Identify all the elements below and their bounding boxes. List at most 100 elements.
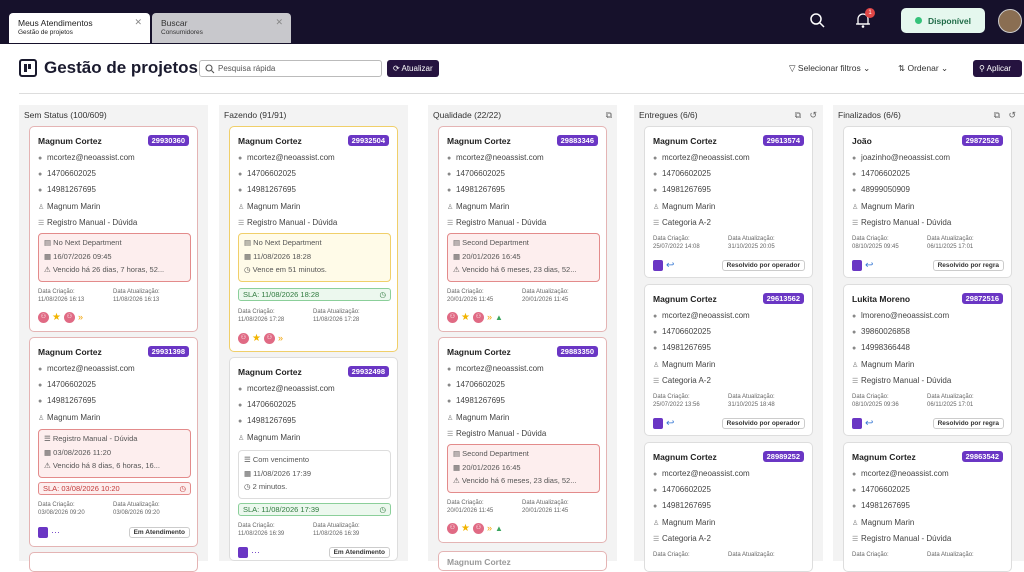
document-icon[interactable] — [38, 526, 48, 538]
created-label: Data Criação: — [38, 289, 75, 295]
user-group-icon[interactable]: ⚇ — [447, 311, 458, 323]
ticket-card[interactable]: Magnum Cortez 29932498 ● mcortez@neoassis… — [229, 357, 398, 561]
ticket-card[interactable]: Lukita Moreno 29872516 ● lmoreno@neoassis… — [843, 284, 1012, 436]
double-chevron-icon[interactable]: » — [78, 312, 83, 322]
apply-button[interactable]: ⚲ Aplicar — [973, 60, 1022, 77]
user-group-icon[interactable]: ⚇ — [472, 311, 484, 323]
open-external-icon[interactable]: ⧉ — [795, 110, 801, 121]
tab-meus-atendimentos[interactable]: Meus Atendimentos Gestão de projetos ✕ — [9, 13, 150, 43]
ticket-id-badge[interactable]: 29613574 — [762, 135, 804, 146]
card-footer: ⚇ ★ ⚇» — [38, 311, 83, 323]
status-badge: Em Atendimento — [328, 547, 390, 558]
ticket-id-badge[interactable]: 29872526 — [961, 135, 1003, 146]
ticket-id-badge[interactable]: 29932504 — [347, 135, 389, 146]
ticket-id-badge[interactable]: 29613562 — [762, 293, 804, 304]
ticket-id-badge[interactable]: 29930360 — [147, 135, 189, 146]
agent-row: ♙ Magnum Marin — [653, 202, 715, 211]
ticket-id-badge[interactable]: 29872516 — [961, 293, 1003, 304]
email-row: ● mcortez@neoassist.com — [38, 364, 135, 373]
updated: Data Atualização: 20/01/2026 11:45 — [522, 288, 569, 304]
document-icon[interactable] — [653, 417, 663, 429]
apply-label: Aplicar — [986, 64, 1012, 73]
star-icon[interactable]: ★ — [52, 312, 61, 323]
ticket-id-badge[interactable]: 29863542 — [961, 451, 1003, 462]
search-icon[interactable] — [809, 12, 825, 28]
open-external-icon[interactable]: ⧉ — [606, 110, 612, 121]
document-icon[interactable] — [238, 546, 248, 558]
user-group-icon[interactable]: ⚇ — [38, 311, 49, 323]
department-row: ▤ No Next Department — [244, 236, 385, 250]
reply-icon[interactable]: ↩ — [666, 418, 674, 429]
reply-icon[interactable]: ↩ — [865, 260, 873, 271]
thumbs-up-icon[interactable]: ▲ — [495, 524, 503, 533]
email: mcortez@neoassist.com — [662, 311, 750, 320]
phone-icon: ● — [447, 398, 452, 405]
history-icon[interactable]: ↺ — [809, 110, 817, 121]
close-icon[interactable]: ✕ — [275, 17, 283, 27]
avatar[interactable] — [998, 9, 1022, 33]
thumbs-up-icon[interactable]: ▲ — [495, 313, 503, 322]
user-group-icon[interactable]: ⚇ — [238, 332, 249, 344]
double-chevron-icon[interactable]: » — [487, 312, 492, 322]
star-icon[interactable]: ★ — [252, 333, 261, 344]
ticket-card[interactable]: Magnum Cortez 29930360 ● mcortez@neoassis… — [29, 126, 198, 332]
channel-row: ☰ Categoria A-2 — [653, 534, 711, 543]
ticket-card[interactable]: João 29872526 ● joazinho@neoassist.com ● 1… — [843, 126, 1012, 278]
star-icon[interactable]: ★ — [461, 312, 470, 323]
ticket-card[interactable]: Magnum Cortez 29863542 ● mcortez@neoassis… — [843, 442, 1012, 572]
document-icon[interactable] — [653, 259, 663, 271]
sla-text: SLA: 11/08/2026 18:28 — [243, 290, 320, 299]
double-chevron-icon[interactable]: » — [487, 523, 492, 533]
ticket-card[interactable] — [29, 552, 198, 572]
filter-button[interactable]: ▽ Selecionar filtros ⌄ — [789, 63, 870, 74]
reply-icon[interactable]: ↩ — [666, 260, 674, 271]
user-group-icon[interactable]: ⚇ — [263, 332, 275, 344]
filter-icon: ▽ — [789, 63, 798, 73]
user-group-icon[interactable]: ⚇ — [63, 311, 75, 323]
ticket-id-badge[interactable]: 29932498 — [347, 366, 389, 377]
phone-row: ● 14981267695 — [653, 343, 711, 352]
ticket-card[interactable]: Magnum Cortez 28989252 ● mcortez@neoassis… — [644, 442, 813, 572]
close-icon[interactable]: ✕ — [134, 17, 142, 27]
order-button[interactable]: ⇅ Ordenar ⌄ — [898, 63, 948, 74]
ticket-card[interactable]: Magnum Cortez 29613574 ● mcortez@neoassis… — [644, 126, 813, 278]
open-external-icon[interactable]: ⧉ — [994, 110, 1000, 121]
phone-icon: ● — [38, 187, 43, 194]
search-input[interactable]: Pesquisa rápida — [199, 60, 382, 77]
history-icon[interactable]: ↺ — [1008, 110, 1016, 121]
ticket-card[interactable]: Magnum Cortez 29932504 ● mcortez@neoassis… — [229, 126, 398, 352]
customer-name: Magnum Cortez — [852, 452, 916, 462]
ticket-id-badge[interactable]: 29883350 — [556, 346, 598, 357]
more-icon[interactable]: ··· — [51, 527, 60, 537]
ticket-card[interactable]: Magnum Cortez 29883350 ● mcortez@neoassis… — [438, 337, 607, 543]
agent: Magnum Marin — [662, 202, 716, 211]
ticket-card[interactable]: Magnum Cortez 29613562 ● mcortez@neoassis… — [644, 284, 813, 436]
channel: Registro Manual - Dúvida — [861, 376, 952, 385]
user-icon: ♙ — [38, 204, 45, 211]
document-icon[interactable] — [852, 259, 862, 271]
refresh-button[interactable]: ⟳ Atualizar — [387, 60, 439, 77]
document-icon[interactable] — [852, 417, 862, 429]
email-row: ● lmoreno@neoassist.com — [852, 311, 949, 320]
tab-buscar[interactable]: Buscar Consumidores ✕ — [152, 13, 291, 43]
agent: Magnum Marin — [247, 433, 301, 442]
channel: Registro Manual - Dúvida — [247, 218, 338, 227]
more-icon[interactable]: ··· — [251, 547, 260, 557]
kanban-column-qualidade: Qualidade (22/22) ⧉ Magnum Cortez 298833… — [428, 105, 617, 571]
reply-icon[interactable]: ↩ — [865, 418, 873, 429]
ticket-id-badge[interactable]: 28989252 — [762, 451, 804, 462]
ticket-id-badge[interactable]: 29883346 — [556, 135, 598, 146]
ticket-card[interactable]: Magnum Cortez 29931398 ● mcortez@neoassis… — [29, 337, 198, 547]
updated-label: Data Atualização: — [728, 236, 775, 242]
user-group-icon[interactable]: ⚇ — [447, 522, 458, 534]
double-chevron-icon[interactable]: » — [278, 333, 283, 343]
ticket-id-badge[interactable]: 29931398 — [147, 346, 189, 357]
status-button[interactable]: Disponível — [901, 8, 985, 33]
ticket-card[interactable]: Magnum Cortez 29883346 ● mcortez@neoassis… — [438, 126, 607, 332]
phone: 14706602025 — [247, 169, 296, 178]
user-group-icon[interactable]: ⚇ — [472, 522, 484, 534]
updated-date: 03/08/2026 09:20 — [113, 510, 160, 516]
star-icon[interactable]: ★ — [461, 523, 470, 534]
phone-icon: ● — [852, 187, 857, 194]
ticket-card[interactable]: Magnum Cortez — [438, 551, 607, 571]
